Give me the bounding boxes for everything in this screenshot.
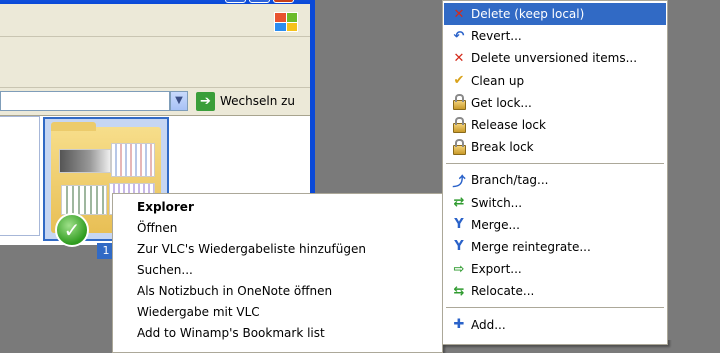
- menu-item-delete-keep-local[interactable]: ✕ Delete (keep local): [444, 3, 666, 26]
- shell-context-menu: Explorer Öffnen Zur VLC's Wiedergabelist…: [112, 193, 443, 353]
- address-bar: ▼ ➔ Wechseln zu: [0, 88, 310, 116]
- toolbar: [0, 37, 310, 88]
- window-frame-right: [310, 0, 315, 195]
- svn-submenu: ✕ Delete (keep local) ↶ Revert... ✕ Dele…: [442, 0, 668, 345]
- address-input[interactable]: [0, 91, 170, 111]
- menu-item-switch[interactable]: ⇄ Switch...: [444, 192, 666, 214]
- delete-icon: ✕: [453, 50, 465, 66]
- menu-item-export[interactable]: ⇨ Export...: [444, 258, 666, 280]
- menu-item-revert[interactable]: ↶ Revert...: [444, 25, 666, 47]
- maximize-button[interactable]: [249, 0, 270, 3]
- menu-item-clean-up[interactable]: ✔ Clean up: [444, 70, 666, 92]
- menu-item-winamp-bookmark[interactable]: Add to Winamp's Bookmark list: [113, 323, 442, 344]
- go-button[interactable]: ➔ Wechseln zu: [196, 91, 295, 111]
- menu-item-delete-unversioned[interactable]: ✕ Delete unversioned items...: [444, 47, 666, 69]
- folder-tasks-pane: [0, 116, 40, 236]
- lock-icon: [451, 138, 467, 155]
- go-label: Wechseln zu: [220, 94, 296, 108]
- menu-item-search[interactable]: Suchen...: [113, 260, 442, 281]
- menu-item-relocate[interactable]: ⇆ Relocate...: [444, 280, 666, 302]
- cleanup-icon: ✔: [453, 73, 465, 89]
- switch-icon: ⇄: [453, 195, 465, 211]
- go-arrow-icon: ➔: [196, 91, 215, 111]
- menu-item-onenote[interactable]: Als Notizbuch in OneNote öffnen: [113, 281, 442, 302]
- menu-item-branch-tag[interactable]: ⤴ Branch/tag...: [444, 169, 666, 191]
- menu-item-explorer[interactable]: Explorer: [113, 197, 442, 218]
- relocate-icon: ⇆: [453, 283, 465, 299]
- close-button[interactable]: [273, 0, 294, 3]
- menu-item-release-lock[interactable]: Release lock: [444, 114, 666, 136]
- desktop-background: [668, 0, 720, 340]
- branch-icon: ⤴: [452, 174, 466, 190]
- menu-item-get-lock[interactable]: Get lock...: [444, 92, 666, 114]
- merge-icon: Y: [454, 217, 464, 233]
- windows-logo-icon: [274, 12, 298, 32]
- menu-item-merge[interactable]: Y Merge...: [444, 214, 666, 236]
- minimize-button[interactable]: [225, 0, 246, 3]
- lock-icon: [451, 116, 467, 133]
- export-icon: ⇨: [453, 261, 465, 277]
- address-dropdown-button[interactable]: ▼: [170, 91, 188, 111]
- menu-item-break-lock[interactable]: Break lock: [444, 136, 666, 158]
- menu-separator: [446, 163, 664, 165]
- menu-item-open[interactable]: Öffnen: [113, 218, 442, 239]
- lock-icon: [451, 94, 467, 111]
- menu-separator: [446, 307, 664, 309]
- svn-normal-overlay-check-icon: ✓: [55, 213, 89, 247]
- menu-item-merge-reintegrate[interactable]: Y Merge reintegrate...: [444, 236, 666, 258]
- menu-item-play-vlc[interactable]: Wiedergabe mit VLC: [113, 302, 442, 323]
- revert-icon: ↶: [453, 28, 465, 44]
- merge-icon: Y: [454, 239, 464, 255]
- menu-item-vlc-playlist[interactable]: Zur VLC's Wiedergabeliste hinzufügen: [113, 239, 442, 260]
- menu-item-add[interactable]: ✚ Add...: [444, 313, 666, 335]
- add-icon: ✚: [453, 317, 465, 333]
- delete-icon: ✕: [453, 6, 465, 22]
- menu-bar: [0, 4, 310, 37]
